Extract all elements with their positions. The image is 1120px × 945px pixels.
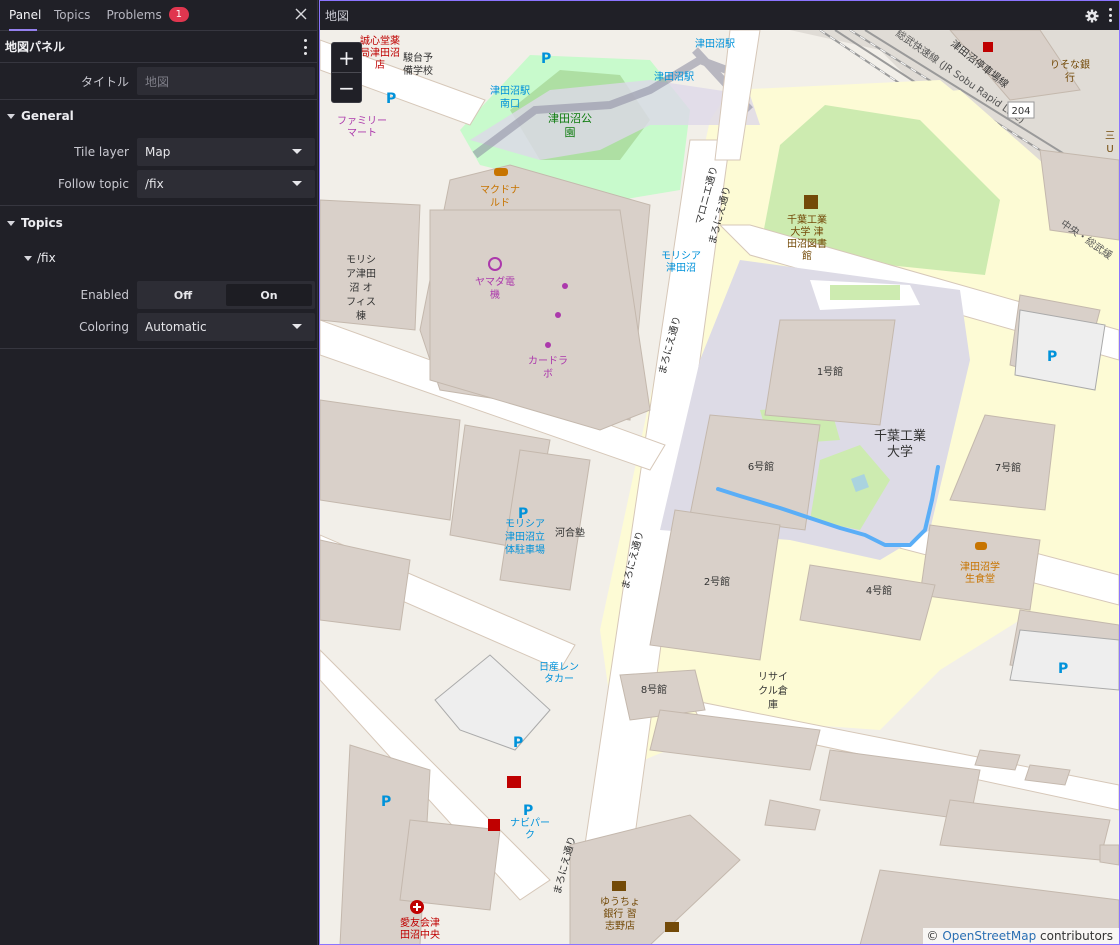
tab-problems-label: Problems [106, 8, 162, 22]
panel-title: 地図パネル [5, 40, 66, 54]
map-panel-title: 地図 [325, 9, 350, 23]
collapse-triangle-icon [24, 255, 32, 261]
divider [0, 348, 318, 349]
tile-layer-select[interactable]: Map [137, 138, 315, 166]
chevron-down-icon [292, 324, 302, 329]
coloring-label: Coloring [79, 320, 129, 334]
panel-menu-icon[interactable] [302, 39, 308, 55]
panel-title-row: 地図パネル [0, 31, 317, 63]
gear-icon[interactable] [1085, 8, 1099, 23]
section-topics-label: Topics [21, 216, 63, 230]
label-building-2: 2号館 [704, 575, 730, 588]
attribution-suffix: contributors [1040, 929, 1113, 943]
follow-topic-label: Follow topic [57, 177, 129, 191]
svg-text:P: P [541, 51, 551, 67]
settings-sidebar: Panel Topics Problems 1 地図パネル タイトル 地図 Ge… [0, 0, 318, 945]
zoom-out-button[interactable]: − [332, 73, 361, 102]
label-building-4: 4号館 [866, 584, 892, 597]
map-panel: 地図 P P P P P P P P 千葉工業大学 千葉工業大学 津田沼図書館 … [319, 0, 1120, 945]
svg-text:P: P [381, 794, 391, 810]
close-icon[interactable] [293, 6, 309, 22]
label-nissan: 日産レンタカー [539, 660, 579, 685]
enabled-label: Enabled [80, 288, 130, 302]
title-input[interactable]: 地図 [137, 67, 315, 95]
topic-fix-label: /fix [37, 251, 56, 265]
enabled-off-option[interactable]: Off [140, 284, 226, 306]
map-panel-header: 地図 [320, 1, 1119, 30]
label-building-8: 8号館 [641, 683, 667, 696]
follow-topic-value: /fix [145, 177, 164, 191]
tile-layer-row: Tile layer Map [0, 138, 318, 166]
label-coop: 津田沼学生食堂 [960, 560, 1000, 585]
title-field-label: タイトル [80, 74, 129, 89]
tile-layer-label: Tile layer [74, 145, 129, 159]
route-number: 204 [1011, 106, 1030, 117]
follow-topic-row: Follow topic /fix [0, 170, 318, 198]
label-parking-morisia: モリシア津田沼立体駐車場 [505, 519, 545, 556]
title-field-row: タイトル 地図 [0, 67, 318, 95]
label-aiyukai: 愛友会津田沼中央 [400, 916, 440, 941]
label-building-6: 6号館 [748, 460, 774, 473]
zoom-control: + − [331, 42, 362, 103]
section-topics-header[interactable]: Topics [0, 214, 318, 232]
tile-layer-value: Map [145, 145, 171, 159]
problems-count-badge: 1 [168, 7, 189, 22]
svg-text:P: P [1058, 661, 1068, 677]
svg-text:P: P [523, 803, 533, 819]
attribution-prefix: © [926, 929, 939, 943]
zoom-in-button[interactable]: + [332, 43, 361, 72]
label-building-1: 1号館 [817, 365, 843, 378]
svg-text:P: P [513, 735, 523, 751]
label-station-1: 津田沼駅 [695, 37, 735, 50]
label-kawai: 河合塾 [555, 526, 585, 539]
tab-problems[interactable]: Problems 1 [106, 0, 189, 31]
section-general-label: General [21, 109, 74, 123]
label-yucho: ゆうちょ銀行 習志野店 [600, 896, 640, 932]
topic-fix-header[interactable]: /fix [0, 249, 318, 267]
coloring-row: Coloring Automatic [0, 313, 318, 341]
map-canvas[interactable]: P P P P P P P P 千葉工業大学 千葉工業大学 津田沼図書館 1号館… [320, 30, 1119, 945]
coloring-select[interactable]: Automatic [137, 313, 315, 341]
map-menu-icon[interactable] [1107, 8, 1113, 22]
openstreetmap-link[interactable]: OpenStreetMap [942, 929, 1036, 943]
title-input-placeholder: 地図 [145, 74, 170, 89]
label-station-2: 津田沼駅 [654, 70, 694, 83]
label-building-7: 7号館 [995, 461, 1021, 474]
chevron-down-icon [292, 149, 302, 154]
svg-text:P: P [386, 91, 396, 107]
chevron-down-icon [292, 181, 302, 186]
svg-text:P: P [1047, 349, 1057, 365]
divider [0, 99, 318, 100]
map-attribution: © OpenStreetMap contributors [922, 928, 1119, 944]
tab-topics[interactable]: Topics [54, 0, 90, 31]
section-general-header[interactable]: General [0, 107, 318, 125]
divider [0, 205, 318, 206]
label-morisia: モリシア津田沼 [661, 251, 701, 274]
enabled-toggle: Off On [137, 281, 315, 309]
collapse-triangle-icon [7, 220, 15, 226]
follow-topic-select[interactable]: /fix [137, 170, 315, 198]
sidebar-tabbar: Panel Topics Problems 1 [0, 0, 317, 31]
coloring-value: Automatic [145, 320, 207, 334]
enabled-row: Enabled Off On [0, 281, 318, 309]
collapse-triangle-icon [7, 113, 15, 119]
enabled-on-option[interactable]: On [226, 284, 312, 306]
tab-panel[interactable]: Panel [9, 0, 41, 31]
